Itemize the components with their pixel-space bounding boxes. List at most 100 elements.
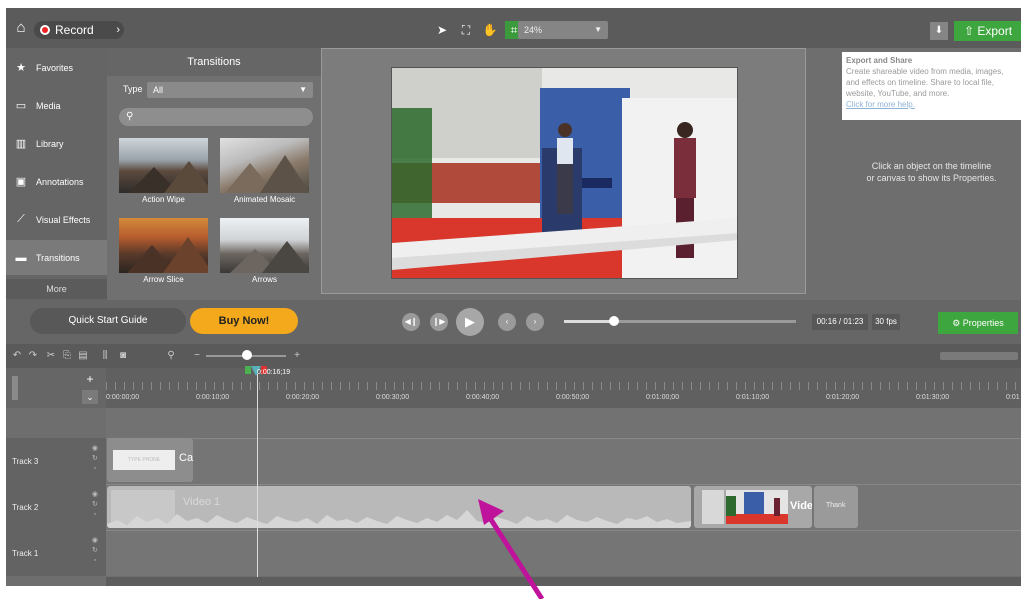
track-controls[interactable]: ◉ ↻ ▫ bbox=[92, 490, 98, 520]
undo-icon[interactable]: ↶ bbox=[10, 349, 24, 363]
zoom-out-icon[interactable]: − bbox=[190, 349, 204, 363]
transition-label: Arrow Slice bbox=[143, 275, 184, 284]
track-1-header[interactable]: Track 1 ◉ ↻ ▫ bbox=[6, 530, 106, 576]
sidebar-item-visual-effects[interactable]: ⟋ Visual Effects bbox=[6, 202, 107, 237]
previous-icon[interactable]: ‹ bbox=[498, 313, 516, 331]
paste-icon[interactable]: ▤ bbox=[76, 349, 90, 363]
download-icon[interactable]: ⬇ bbox=[930, 22, 948, 40]
export-button[interactable]: ⇧ Export bbox=[954, 21, 1021, 41]
callout-clip[interactable]: TYPE PHONE Ca bbox=[107, 438, 193, 482]
properties-panel: Export and Share Create shareable video … bbox=[842, 48, 1021, 294]
thanks-clip[interactable]: Thank bbox=[814, 486, 858, 528]
ruler-label: 0:00:20;00 bbox=[286, 394, 320, 401]
select-marquee-icon[interactable]: ⛶ bbox=[457, 21, 475, 39]
tooltip-title: Export and Share bbox=[846, 56, 913, 65]
track-controls[interactable]: ◉ ↻ ▫ bbox=[92, 444, 98, 474]
properties-hint: Click an object on the timeline or canva… bbox=[842, 160, 1021, 184]
sidebar-more-button[interactable]: More bbox=[6, 279, 107, 299]
type-dropdown[interactable]: All ▼ bbox=[147, 82, 313, 98]
gear-icon: ⚙ bbox=[952, 318, 961, 328]
track-1-lane[interactable] bbox=[106, 530, 1021, 576]
mountain-shape bbox=[262, 241, 309, 273]
record-button[interactable]: Record › bbox=[34, 21, 124, 39]
hand-pan-icon[interactable]: ✋ bbox=[481, 21, 499, 39]
hint-line-1: Click an object on the timeline bbox=[871, 161, 992, 171]
ruler-label: 0:01:00;00 bbox=[646, 394, 680, 401]
left-sidebar: ★ Favorites ▭ Media ▥ Library ▣ Annotati… bbox=[6, 48, 107, 300]
sidebar-item-transitions[interactable]: ▬ Transitions bbox=[6, 240, 107, 275]
step-forward-icon[interactable]: ❙▶ bbox=[430, 313, 448, 331]
sidebar-item-favorites[interactable]: ★ Favorites bbox=[6, 50, 107, 85]
sidebar-item-annotations[interactable]: ▣ Annotations bbox=[6, 164, 107, 199]
transition-thumb-arrows[interactable] bbox=[220, 218, 309, 273]
clip-thumbnail bbox=[702, 490, 724, 524]
buy-now-button[interactable]: Buy Now! bbox=[190, 308, 298, 334]
tooltip-body: Create shareable video from media, image… bbox=[846, 67, 1004, 98]
redo-icon[interactable]: ↷ bbox=[26, 349, 40, 363]
home-icon[interactable]: ⌂ bbox=[12, 19, 30, 37]
track-controls[interactable]: ◉ ↻ ▫ bbox=[92, 536, 98, 566]
split-icon[interactable]: ⫼ bbox=[98, 349, 112, 363]
track-label: Track 2 bbox=[12, 502, 39, 512]
timeline-zoom-handle[interactable] bbox=[242, 350, 252, 360]
search-input[interactable]: ⚲ bbox=[119, 108, 313, 126]
timeline-horizontal-scrollbar[interactable] bbox=[106, 577, 1021, 586]
type-value: All bbox=[153, 85, 164, 95]
next-icon[interactable]: › bbox=[526, 313, 544, 331]
sidebar-item-label: Visual Effects bbox=[36, 214, 91, 225]
video-2-clip[interactable]: Vide bbox=[694, 486, 812, 528]
quick-start-guide-button[interactable]: Quick Start Guide bbox=[30, 308, 186, 334]
playback-bar: Quick Start Guide Buy Now! ◀❙ ❙▶ ▶ ‹ › 0… bbox=[6, 300, 1021, 344]
sidebar-item-label: Media bbox=[36, 100, 61, 111]
media-icon: ▭ bbox=[15, 100, 27, 112]
zoom-icon[interactable]: ⚲ bbox=[164, 349, 178, 363]
scrubber-handle[interactable] bbox=[609, 316, 619, 326]
cut-icon[interactable]: ✂ bbox=[44, 349, 58, 363]
transition-thumb-action-wipe[interactable] bbox=[119, 138, 208, 193]
track-3-lane[interactable] bbox=[106, 438, 1021, 484]
camera-icon[interactable]: ◙ bbox=[116, 349, 130, 363]
properties-button[interactable]: ⚙ Properties bbox=[938, 312, 1018, 334]
transitions-icon: ▬ bbox=[15, 251, 27, 264]
timeline-overview-bar[interactable] bbox=[940, 352, 1018, 360]
fps-display: 30 fps bbox=[872, 314, 900, 330]
copy-icon[interactable]: ⎘ bbox=[60, 349, 74, 363]
sidebar-item-media[interactable]: ▭ Media bbox=[6, 88, 107, 123]
sidebar-item-library[interactable]: ▥ Library bbox=[6, 126, 107, 161]
timeline-ruler[interactable]: 0:00:00;00 0:00:10;00 0:00:20;00 0:00:30… bbox=[106, 368, 1021, 408]
audio-waveform bbox=[107, 510, 691, 528]
playhead-line bbox=[257, 374, 258, 586]
track-height-handle[interactable] bbox=[12, 376, 18, 400]
annotation-arrow bbox=[478, 499, 545, 599]
record-label: Record bbox=[55, 23, 94, 37]
step-back-icon[interactable]: ◀❙ bbox=[402, 313, 420, 331]
clip-name: Thank bbox=[826, 502, 846, 509]
help-link[interactable]: Click for more help. bbox=[846, 99, 1017, 110]
canvas-area[interactable] bbox=[321, 48, 806, 294]
chevron-right-icon: › bbox=[116, 24, 120, 36]
zoom-dropdown[interactable]: 24% ▼ bbox=[518, 21, 608, 39]
mountain-shape bbox=[164, 161, 208, 193]
wand-icon: ⟋ bbox=[17, 213, 25, 225]
annotations-icon: ▣ bbox=[15, 176, 27, 188]
caret-down-icon: ▼ bbox=[594, 25, 602, 34]
video-1-clip[interactable]: Video 1 bbox=[107, 486, 691, 528]
transition-thumb-arrow-slice[interactable] bbox=[119, 218, 208, 273]
track-2-header[interactable]: Track 2 ◉ ↻ ▫ bbox=[6, 484, 106, 530]
panel-title: Transitions bbox=[107, 48, 321, 76]
track-label: Track 1 bbox=[12, 548, 39, 558]
add-track-icon[interactable]: + bbox=[82, 372, 98, 386]
video-preview[interactable] bbox=[391, 67, 738, 279]
transition-thumb-animated-mosaic[interactable] bbox=[220, 138, 309, 193]
clip-thumbnail-image bbox=[726, 490, 788, 524]
track-3-header[interactable]: Track 3 ◉ ↻ ▫ bbox=[6, 438, 106, 484]
search-icon: ⚲ bbox=[126, 111, 134, 122]
type-label: Type bbox=[123, 84, 143, 94]
pointer-icon[interactable]: ➤ bbox=[433, 21, 451, 39]
zoom-in-icon[interactable]: + bbox=[290, 349, 304, 363]
play-button[interactable]: ▶ bbox=[456, 308, 484, 336]
transitions-panel: Transitions Type All ▼ ⚲ Action Wipe Ani… bbox=[107, 48, 321, 300]
ruler-label: 0:01 bbox=[1006, 394, 1020, 401]
ruler-label: 0:01:30;00 bbox=[916, 394, 950, 401]
chevron-down-icon[interactable]: ⌄ bbox=[82, 390, 98, 404]
